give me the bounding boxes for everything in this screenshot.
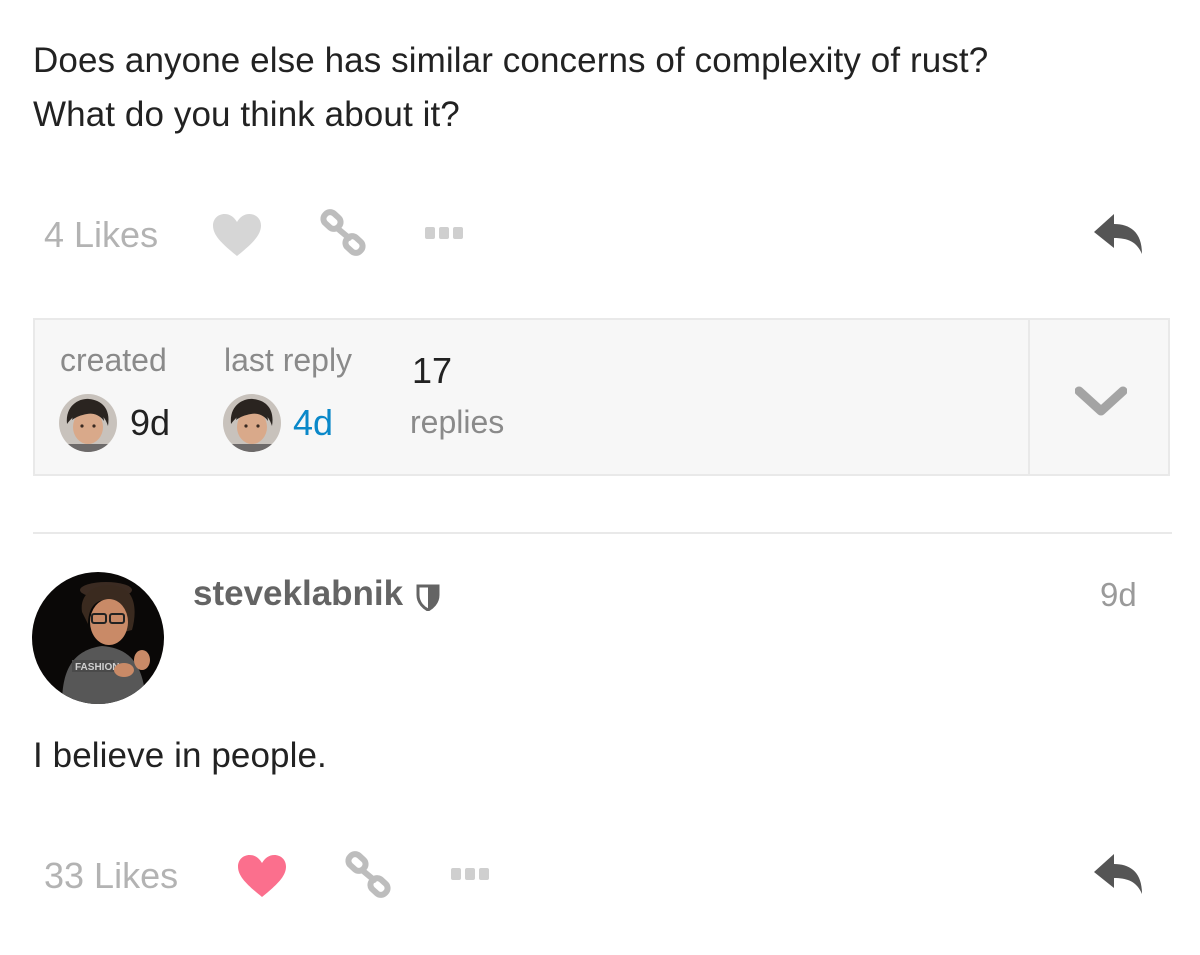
liked-heart-icon[interactable] (236, 853, 288, 899)
expand-chevron-down-icon[interactable] (1075, 383, 1127, 417)
shirt-text: FASHION (75, 662, 119, 673)
post-text-line-2: What do you think about it? (33, 95, 460, 134)
post-separator (33, 532, 1172, 534)
link-icon[interactable] (344, 850, 394, 900)
last-reply-avatar[interactable] (223, 394, 281, 452)
more-options-icon[interactable] (424, 226, 464, 240)
created-value: 9d (130, 402, 171, 443)
more-options-icon[interactable] (450, 867, 490, 881)
post-date[interactable]: 9d (1100, 576, 1137, 614)
replies-label: replies (410, 404, 505, 440)
last-reply-label: last reply (224, 342, 353, 378)
likes-count[interactable]: 33 Likes (44, 855, 178, 897)
last-reply-value[interactable]: 4d (293, 402, 333, 444)
post-body: I believe in people. (33, 736, 327, 775)
like-heart-icon[interactable] (211, 212, 263, 258)
post-text-line-1: Does anyone else has similar concerns of… (33, 41, 989, 80)
topic-map-divider (1028, 320, 1030, 474)
user-avatar[interactable]: FASHION (32, 572, 164, 704)
creator-avatar[interactable] (59, 394, 117, 452)
likes-count[interactable]: 4 Likes (44, 214, 158, 256)
post-username[interactable]: steveklabnik (193, 574, 403, 614)
reply-icon[interactable] (1092, 852, 1144, 896)
reply-icon[interactable] (1092, 212, 1144, 256)
replies-count: 17 (412, 350, 453, 391)
link-icon[interactable] (319, 208, 369, 258)
topic-map: created 9d last reply 4d 17 replies (33, 318, 1170, 476)
moderator-shield-icon (416, 583, 440, 611)
created-label: created (60, 342, 167, 378)
